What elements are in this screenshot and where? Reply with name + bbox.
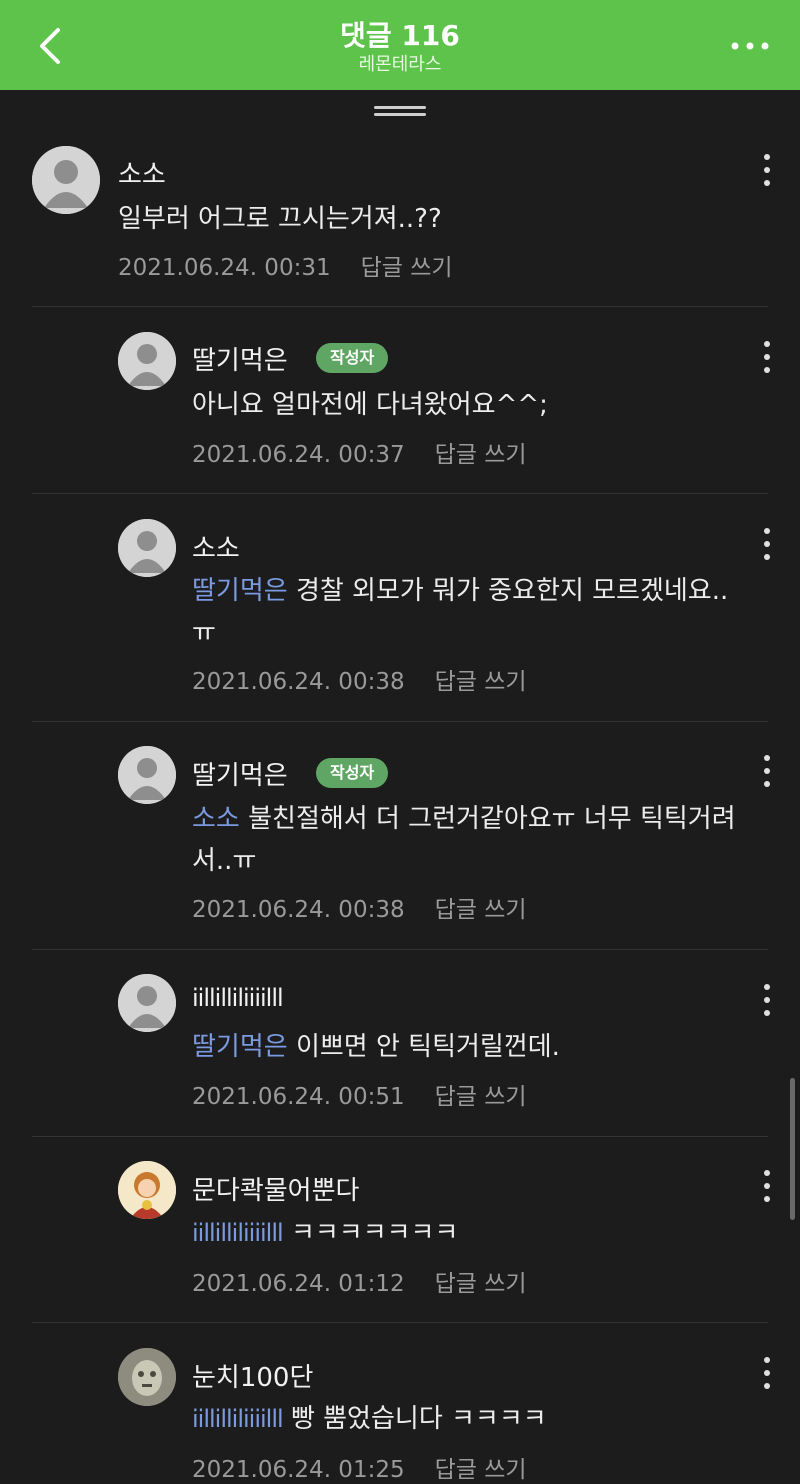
avatar[interactable] <box>32 146 100 214</box>
page-title: 댓글 116 <box>340 19 460 52</box>
comment-date: 2021.06.24. 00:31 <box>118 255 331 281</box>
avatar[interactable] <box>118 746 176 804</box>
divider <box>32 1322 768 1323</box>
top-bar: 댓글 116 레몬테라스 <box>0 0 800 90</box>
comment-author[interactable]: 딸기먹은 <box>192 755 288 792</box>
default-user-icon <box>32 146 100 214</box>
mention-link[interactable]: 딸기먹은 <box>192 1032 288 1062</box>
reply-button[interactable]: 답글 쓰기 <box>435 1457 527 1483</box>
avatar[interactable] <box>118 519 176 577</box>
comment-date: 2021.06.24. 01:12 <box>192 1271 405 1297</box>
scrollbar[interactable] <box>790 1078 795 1220</box>
comment-meta: 2021.06.24. 01:12 답글 쓰기 <box>192 1264 527 1298</box>
comment-meta: 2021.06.24. 00:38 답글 쓰기 <box>192 890 527 924</box>
mention-link[interactable]: 소소 <box>192 804 240 834</box>
comment-text-body: ㅋㅋㅋㅋㅋㅋㅋ <box>290 1218 459 1248</box>
comment-menu-button[interactable] <box>762 1170 772 1206</box>
comment-text: 아니요 얼마전에 다녀왔어요^^; <box>192 390 548 420</box>
mention-link[interactable]: iillilliliiiilll <box>192 1219 284 1247</box>
comment-text-body: 빵 뿜었습니다 ㅋㅋㅋㅋ <box>290 1404 547 1434</box>
comment-text: iillilliliiiilll 빵 뿜었습니다 ㅋㅋㅋㅋ <box>192 1398 752 1440</box>
reply-button[interactable]: 답글 쓰기 <box>361 255 453 281</box>
comment-text: 딸기먹은 이쁘면 안 틱틱거릴껀데. <box>192 1026 752 1068</box>
mention-link[interactable]: 딸기먹은 <box>192 576 288 606</box>
author-badge: 작성자 <box>316 343 389 373</box>
comment-menu-button[interactable] <box>762 984 772 1020</box>
author-badge: 작성자 <box>316 758 389 788</box>
default-user-icon <box>118 974 176 1032</box>
avatar[interactable] <box>118 974 176 1032</box>
comment-date: 2021.06.24. 00:37 <box>192 442 405 468</box>
comment-author[interactable]: 소소 <box>118 154 166 191</box>
comment-meta: 2021.06.24. 00:37 답글 쓰기 <box>192 435 527 469</box>
divider <box>32 721 768 722</box>
comment-date: 2021.06.24. 00:51 <box>192 1084 405 1110</box>
photo-avatar-icon <box>118 1348 176 1406</box>
avatar[interactable] <box>118 332 176 390</box>
cafe-name: 레몬테라스 <box>358 54 442 75</box>
comment-date: 2021.06.24. 00:38 <box>192 897 405 923</box>
sheet-grabber-handle[interactable] <box>374 106 426 118</box>
reply-button[interactable]: 답글 쓰기 <box>435 1271 527 1297</box>
character-avatar-icon <box>118 1161 176 1219</box>
comment-date: 2021.06.24. 01:25 <box>192 1457 405 1483</box>
comment-meta: 2021.06.24. 00:38 답글 쓰기 <box>192 662 527 696</box>
comment-menu-button[interactable] <box>762 154 772 190</box>
reply-button[interactable]: 답글 쓰기 <box>435 1084 527 1110</box>
more-options-button[interactable] <box>730 38 770 52</box>
comment-menu-button[interactable] <box>762 341 772 377</box>
reply-button[interactable]: 답글 쓰기 <box>435 897 527 923</box>
default-user-icon <box>118 746 176 804</box>
default-user-icon <box>118 332 176 390</box>
avatar[interactable] <box>118 1348 176 1406</box>
comment-text: 일부러 어그로 끄시는거져..?? <box>118 204 442 234</box>
divider <box>32 1136 768 1137</box>
comment-text-body: 이쁘면 안 틱틱거릴껀데. <box>295 1032 560 1062</box>
comment-text-body: 불친절해서 더 그런거같아요ㅠ 너무 틱틱거려서..ㅠ <box>192 804 736 876</box>
comment-author[interactable]: 딸기먹은 <box>192 340 288 377</box>
divider <box>32 949 768 950</box>
comment-menu-button[interactable] <box>762 755 772 791</box>
avatar[interactable] <box>118 1161 176 1219</box>
divider <box>32 493 768 494</box>
comment-author[interactable]: 눈치100단 <box>192 1357 313 1394</box>
comment-author[interactable]: iillilliliiiilll <box>192 984 284 1012</box>
comment-text: iillilliliiiilll ㅋㅋㅋㅋㅋㅋㅋ <box>192 1212 752 1254</box>
reply-button[interactable]: 답글 쓰기 <box>435 669 527 695</box>
comment-menu-button[interactable] <box>762 528 772 564</box>
more-horizontal-icon <box>731 42 769 50</box>
comment-text: 딸기먹은 경찰 외모가 뭐가 중요한지 모르겠네요.. ㅠ <box>192 570 752 654</box>
comment-date: 2021.06.24. 00:38 <box>192 669 405 695</box>
mention-link[interactable]: iillilliliiiilll <box>192 1405 284 1433</box>
comment-meta: 2021.06.24. 00:31 답글 쓰기 <box>118 248 453 282</box>
comment-author[interactable]: 소소 <box>192 528 240 565</box>
comment-meta: 2021.06.24. 00:51 답글 쓰기 <box>192 1077 527 1111</box>
reply-button[interactable]: 답글 쓰기 <box>435 442 527 468</box>
comment-text: 소소 불친절해서 더 그런거같아요ㅠ 너무 틱틱거려서..ㅠ <box>192 798 752 882</box>
comment-menu-button[interactable] <box>762 1357 772 1393</box>
default-user-icon <box>118 519 176 577</box>
divider <box>32 306 768 307</box>
comment-author[interactable]: 문다콱물어뿐다 <box>192 1170 359 1207</box>
